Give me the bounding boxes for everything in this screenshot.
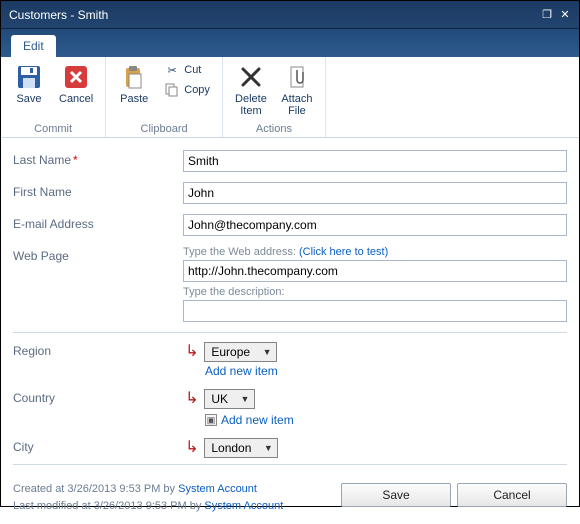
- webpage-test-link[interactable]: (Click here to test): [299, 246, 388, 258]
- country-select[interactable]: UK ▼: [204, 389, 255, 409]
- region-add-new-link[interactable]: Add new item: [205, 364, 278, 378]
- attach-file-button[interactable]: Attach File: [277, 61, 317, 119]
- email-label: E-mail Address: [13, 214, 183, 231]
- cascade-arrow-icon: ↳: [183, 388, 201, 408]
- group-label-clipboard: Clipboard: [114, 123, 214, 135]
- maximize-icon[interactable]: ❐: [541, 9, 553, 21]
- delete-item-button[interactable]: Delete Item: [231, 61, 271, 119]
- created-by-link[interactable]: System Account: [178, 483, 257, 495]
- window-titlebar: Customers - Smith ❐ ✕: [1, 1, 579, 29]
- cascade-arrow-icon: ↳: [183, 437, 201, 457]
- country-add-new-link[interactable]: Add new item: [221, 413, 294, 427]
- webpage-url-input[interactable]: [183, 260, 567, 282]
- chevron-down-icon: ▼: [261, 441, 275, 455]
- window-title: Customers - Smith: [9, 8, 108, 22]
- last-name-input[interactable]: [183, 150, 567, 172]
- paperclip-icon: [283, 63, 311, 91]
- cut-button[interactable]: ✂ Cut: [160, 61, 214, 79]
- email-input[interactable]: [183, 214, 567, 236]
- separator: [13, 332, 567, 333]
- group-label-actions: Actions: [231, 123, 317, 135]
- webpage-desc-input[interactable]: [183, 300, 567, 322]
- last-name-label: Last Name*: [13, 150, 183, 167]
- footer-save-button[interactable]: Save: [341, 483, 451, 507]
- close-icon[interactable]: ✕: [559, 9, 571, 21]
- copy-button[interactable]: Copy: [160, 81, 214, 99]
- cascade-arrow-icon: ↳: [183, 341, 201, 361]
- city-select[interactable]: London ▼: [204, 438, 278, 458]
- cancel-button[interactable]: Cancel: [55, 61, 97, 107]
- form-footer: Created at 3/26/2013 9:53 PM by System A…: [1, 481, 579, 524]
- tab-edit[interactable]: Edit: [11, 35, 56, 57]
- expand-icon[interactable]: ▣: [205, 414, 217, 426]
- record-metadata: Created at 3/26/2013 9:53 PM by System A…: [13, 481, 283, 514]
- cancel-x-icon: [62, 63, 90, 91]
- scissors-icon: ✂: [164, 62, 180, 78]
- save-button[interactable]: Save: [9, 61, 49, 107]
- chevron-down-icon: ▼: [260, 345, 274, 359]
- edit-form: Last Name* First Name E-mail Address Web…: [1, 138, 579, 481]
- country-label: Country: [13, 388, 183, 405]
- region-select[interactable]: Europe ▼: [204, 342, 277, 362]
- paste-button[interactable]: Paste: [114, 61, 154, 107]
- clipboard-icon: [120, 63, 148, 91]
- city-label: City: [13, 437, 183, 454]
- ribbon-tabstrip: Edit: [1, 29, 579, 57]
- ribbon-group-actions: Delete Item Attach File Actions: [223, 57, 326, 137]
- footer-cancel-button[interactable]: Cancel: [457, 483, 567, 507]
- floppy-icon: [15, 63, 43, 91]
- webpage-desc-hint: Type the description:: [183, 286, 567, 298]
- separator: [13, 464, 567, 465]
- window-controls: ❐ ✕: [541, 9, 571, 21]
- copy-icon: [164, 82, 180, 98]
- chevron-down-icon: ▼: [238, 392, 252, 406]
- first-name-input[interactable]: [183, 182, 567, 204]
- delete-x-icon: [237, 63, 265, 91]
- webpage-url-hint: Type the Web address: (Click here to tes…: [183, 246, 567, 258]
- ribbon-group-commit: Save Cancel Commit: [1, 57, 106, 137]
- modified-by-link[interactable]: System Account: [204, 500, 283, 512]
- group-label-commit: Commit: [9, 123, 97, 135]
- first-name-label: First Name: [13, 182, 183, 199]
- region-label: Region: [13, 341, 183, 358]
- webpage-label: Web Page: [13, 246, 183, 263]
- ribbon-group-clipboard: Paste ✂ Cut Copy Clipboard: [106, 57, 223, 137]
- ribbon: Save Cancel Commit Paste ✂ Cut: [1, 57, 579, 138]
